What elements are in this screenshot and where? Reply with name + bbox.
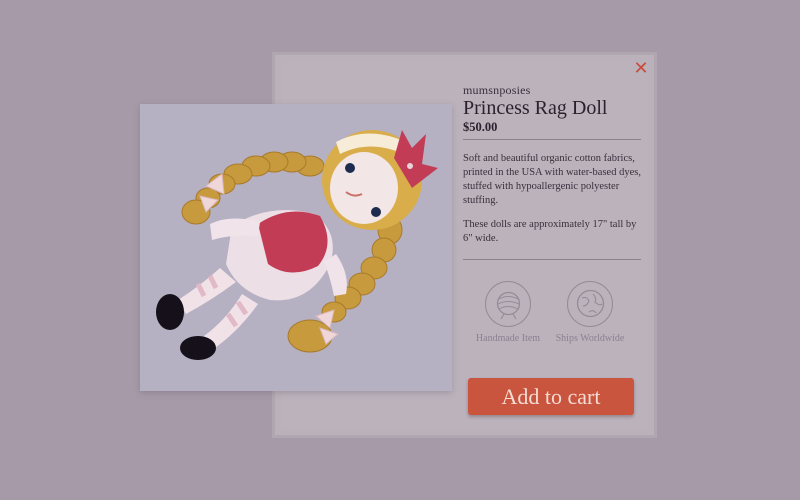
- add-to-cart-button[interactable]: Add to cart: [468, 378, 634, 415]
- product-title: Princess Rag Doll: [463, 97, 608, 119]
- feature-label: Ships Worldwide: [555, 333, 625, 344]
- description-paragraph: Soft and beautiful organic cotton fabric…: [463, 153, 641, 206]
- feature-label: Handmade Item: [475, 333, 541, 344]
- product-description: Soft and beautiful organic cotton fabric…: [463, 152, 643, 256]
- feature-shipping: Ships Worldwide: [550, 281, 630, 345]
- feature-handmade: Handmade Item: [468, 281, 548, 345]
- yarn-icon: [485, 281, 531, 327]
- product-image: [140, 104, 452, 391]
- divider: [463, 259, 641, 260]
- rag-doll-illustration: [140, 104, 452, 391]
- description-paragraph: These dolls are approximately 17" tall b…: [463, 219, 637, 244]
- globe-icon: [567, 281, 613, 327]
- divider: [463, 139, 641, 140]
- close-icon[interactable]: ✕: [632, 60, 650, 78]
- product-price: $50.00: [463, 120, 498, 134]
- seller-name[interactable]: mumsnposies: [463, 83, 531, 98]
